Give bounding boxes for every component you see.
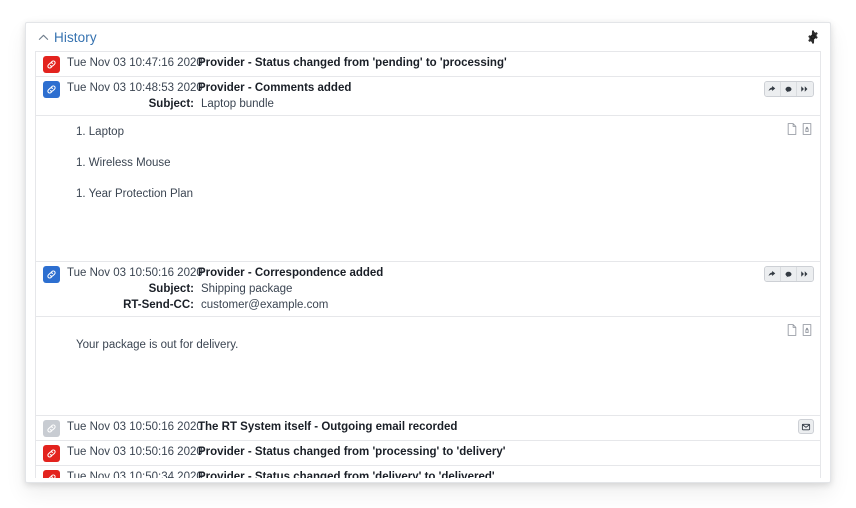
entry-header: Tue Nov 03 10:48:53 2020Provider - Comme… — [36, 77, 820, 115]
entry-cc-row: RT-Send-CC:customer@example.com — [67, 297, 760, 313]
entry-meta: Tue Nov 03 10:50:34 2020Provider - Statu… — [67, 469, 820, 478]
body-text: Your package is out for delivery. — [36, 336, 820, 355]
entry-summary-row: Tue Nov 03 10:50:16 2020Provider - Statu… — [67, 444, 760, 460]
entry-meta: Tue Nov 03 10:50:16 2020Provider - Statu… — [67, 444, 820, 460]
mail-icon[interactable] — [798, 419, 814, 434]
link-icon[interactable] — [43, 470, 60, 478]
entry-meta: Tue Nov 03 10:50:16 2020The RT System it… — [67, 419, 820, 435]
entry-header: Tue Nov 03 10:50:16 2020Provider - Statu… — [36, 441, 820, 465]
document-locked-icon[interactable] — [802, 123, 812, 135]
entry-timestamp: Tue Nov 03 10:50:16 2020 — [67, 419, 198, 435]
entry-action-group[interactable] — [764, 266, 814, 282]
entry-description: Provider - Comments added — [198, 80, 351, 96]
history-entry: Tue Nov 03 10:50:16 2020Provider - Corre… — [36, 262, 820, 416]
link-icon[interactable] — [43, 81, 60, 98]
card-header: History — [26, 23, 830, 51]
link-icon[interactable] — [43, 420, 60, 437]
entry-body: 1. Laptop 1. Wireless Mouse 1. Year Protec… — [36, 115, 820, 261]
entry-description: Provider - Status changed from 'delivery… — [198, 469, 495, 478]
history-card: History Tue Nov 03 10:47:16 2020Provider… — [25, 22, 831, 483]
list-item: 1. Laptop — [36, 123, 820, 142]
comment-icon[interactable] — [781, 267, 797, 281]
document-locked-icon[interactable] — [802, 324, 812, 336]
entry-body-icons — [787, 123, 812, 135]
entry-description: Provider - Status changed from 'processi… — [198, 444, 505, 460]
forward-icon[interactable] — [797, 82, 813, 96]
entry-summary-row: Tue Nov 03 10:50:34 2020Provider - Statu… — [67, 469, 760, 478]
forward-icon[interactable] — [797, 267, 813, 281]
entry-description: Provider - Correspondence added — [198, 265, 383, 281]
cc-label: RT-Send-CC: — [67, 297, 198, 313]
comment-icon[interactable] — [781, 82, 797, 96]
reply-icon[interactable] — [765, 267, 781, 281]
list-item: 1. Wireless Mouse — [36, 154, 820, 173]
subject-label: Subject: — [67, 281, 198, 297]
entry-header: Tue Nov 03 10:50:34 2020Provider - Statu… — [36, 466, 820, 478]
entry-summary-row: Tue Nov 03 10:50:16 2020The RT System it… — [67, 419, 760, 435]
entry-subject-row: Subject:Shipping package — [67, 281, 760, 297]
entry-meta: Tue Nov 03 10:47:16 2020Provider - Statu… — [67, 55, 820, 71]
history-entry: Tue Nov 03 10:50:34 2020Provider - Statu… — [36, 466, 820, 478]
entry-timestamp: Tue Nov 03 10:50:16 2020 — [67, 265, 198, 281]
document-icon[interactable] — [787, 123, 797, 135]
list-item: 1. Year Protection Plan — [36, 185, 820, 204]
page-title: History — [54, 30, 97, 45]
entry-description: The RT System itself - Outgoing email re… — [198, 419, 457, 435]
entry-description: Provider - Status changed from 'pending'… — [198, 55, 507, 71]
reply-icon[interactable] — [765, 82, 781, 96]
cc-value: customer@example.com — [198, 297, 328, 313]
entry-subject-row: Subject:Laptop bundle — [67, 96, 760, 112]
entry-header: Tue Nov 03 10:47:16 2020Provider - Statu… — [36, 52, 820, 76]
subject-label: Subject: — [67, 96, 198, 112]
entry-header: Tue Nov 03 10:50:16 2020The RT System it… — [36, 416, 820, 440]
entry-timestamp: Tue Nov 03 10:48:53 2020 — [67, 80, 198, 96]
entry-summary-row: Tue Nov 03 10:48:53 2020Provider - Comme… — [67, 80, 760, 96]
entry-summary-row: Tue Nov 03 10:47:16 2020Provider - Statu… — [67, 55, 760, 71]
history-entry: Tue Nov 03 10:48:53 2020Provider - Comme… — [36, 77, 820, 262]
chevron-up-icon[interactable] — [36, 30, 50, 44]
history-entry: Tue Nov 03 10:50:16 2020The RT System it… — [36, 416, 820, 441]
link-icon[interactable] — [43, 445, 60, 462]
history-entry: Tue Nov 03 10:50:16 2020Provider - Statu… — [36, 441, 820, 466]
history-entry: Tue Nov 03 10:47:16 2020Provider - Statu… — [36, 52, 820, 77]
entry-meta: Tue Nov 03 10:50:16 2020Provider - Corre… — [67, 265, 820, 313]
entry-timestamp: Tue Nov 03 10:47:16 2020 — [67, 55, 198, 71]
link-icon[interactable] — [43, 266, 60, 283]
entry-body-icons — [787, 324, 812, 336]
entry-summary-row: Tue Nov 03 10:50:16 2020Provider - Corre… — [67, 265, 760, 281]
entry-body: Your package is out for delivery. — [36, 316, 820, 415]
entry-header: Tue Nov 03 10:50:16 2020Provider - Corre… — [36, 262, 820, 316]
subject-value: Laptop bundle — [198, 96, 274, 112]
entry-meta: Tue Nov 03 10:48:53 2020Provider - Comme… — [67, 80, 820, 112]
entry-action-group[interactable] — [764, 81, 814, 97]
link-icon[interactable] — [43, 56, 60, 73]
history-list: Tue Nov 03 10:47:16 2020Provider - Statu… — [35, 51, 821, 478]
entry-timestamp: Tue Nov 03 10:50:16 2020 — [67, 444, 198, 460]
document-icon[interactable] — [787, 324, 797, 336]
entry-timestamp: Tue Nov 03 10:50:34 2020 — [67, 469, 198, 478]
gear-icon[interactable] — [804, 28, 822, 46]
subject-value: Shipping package — [198, 281, 292, 297]
